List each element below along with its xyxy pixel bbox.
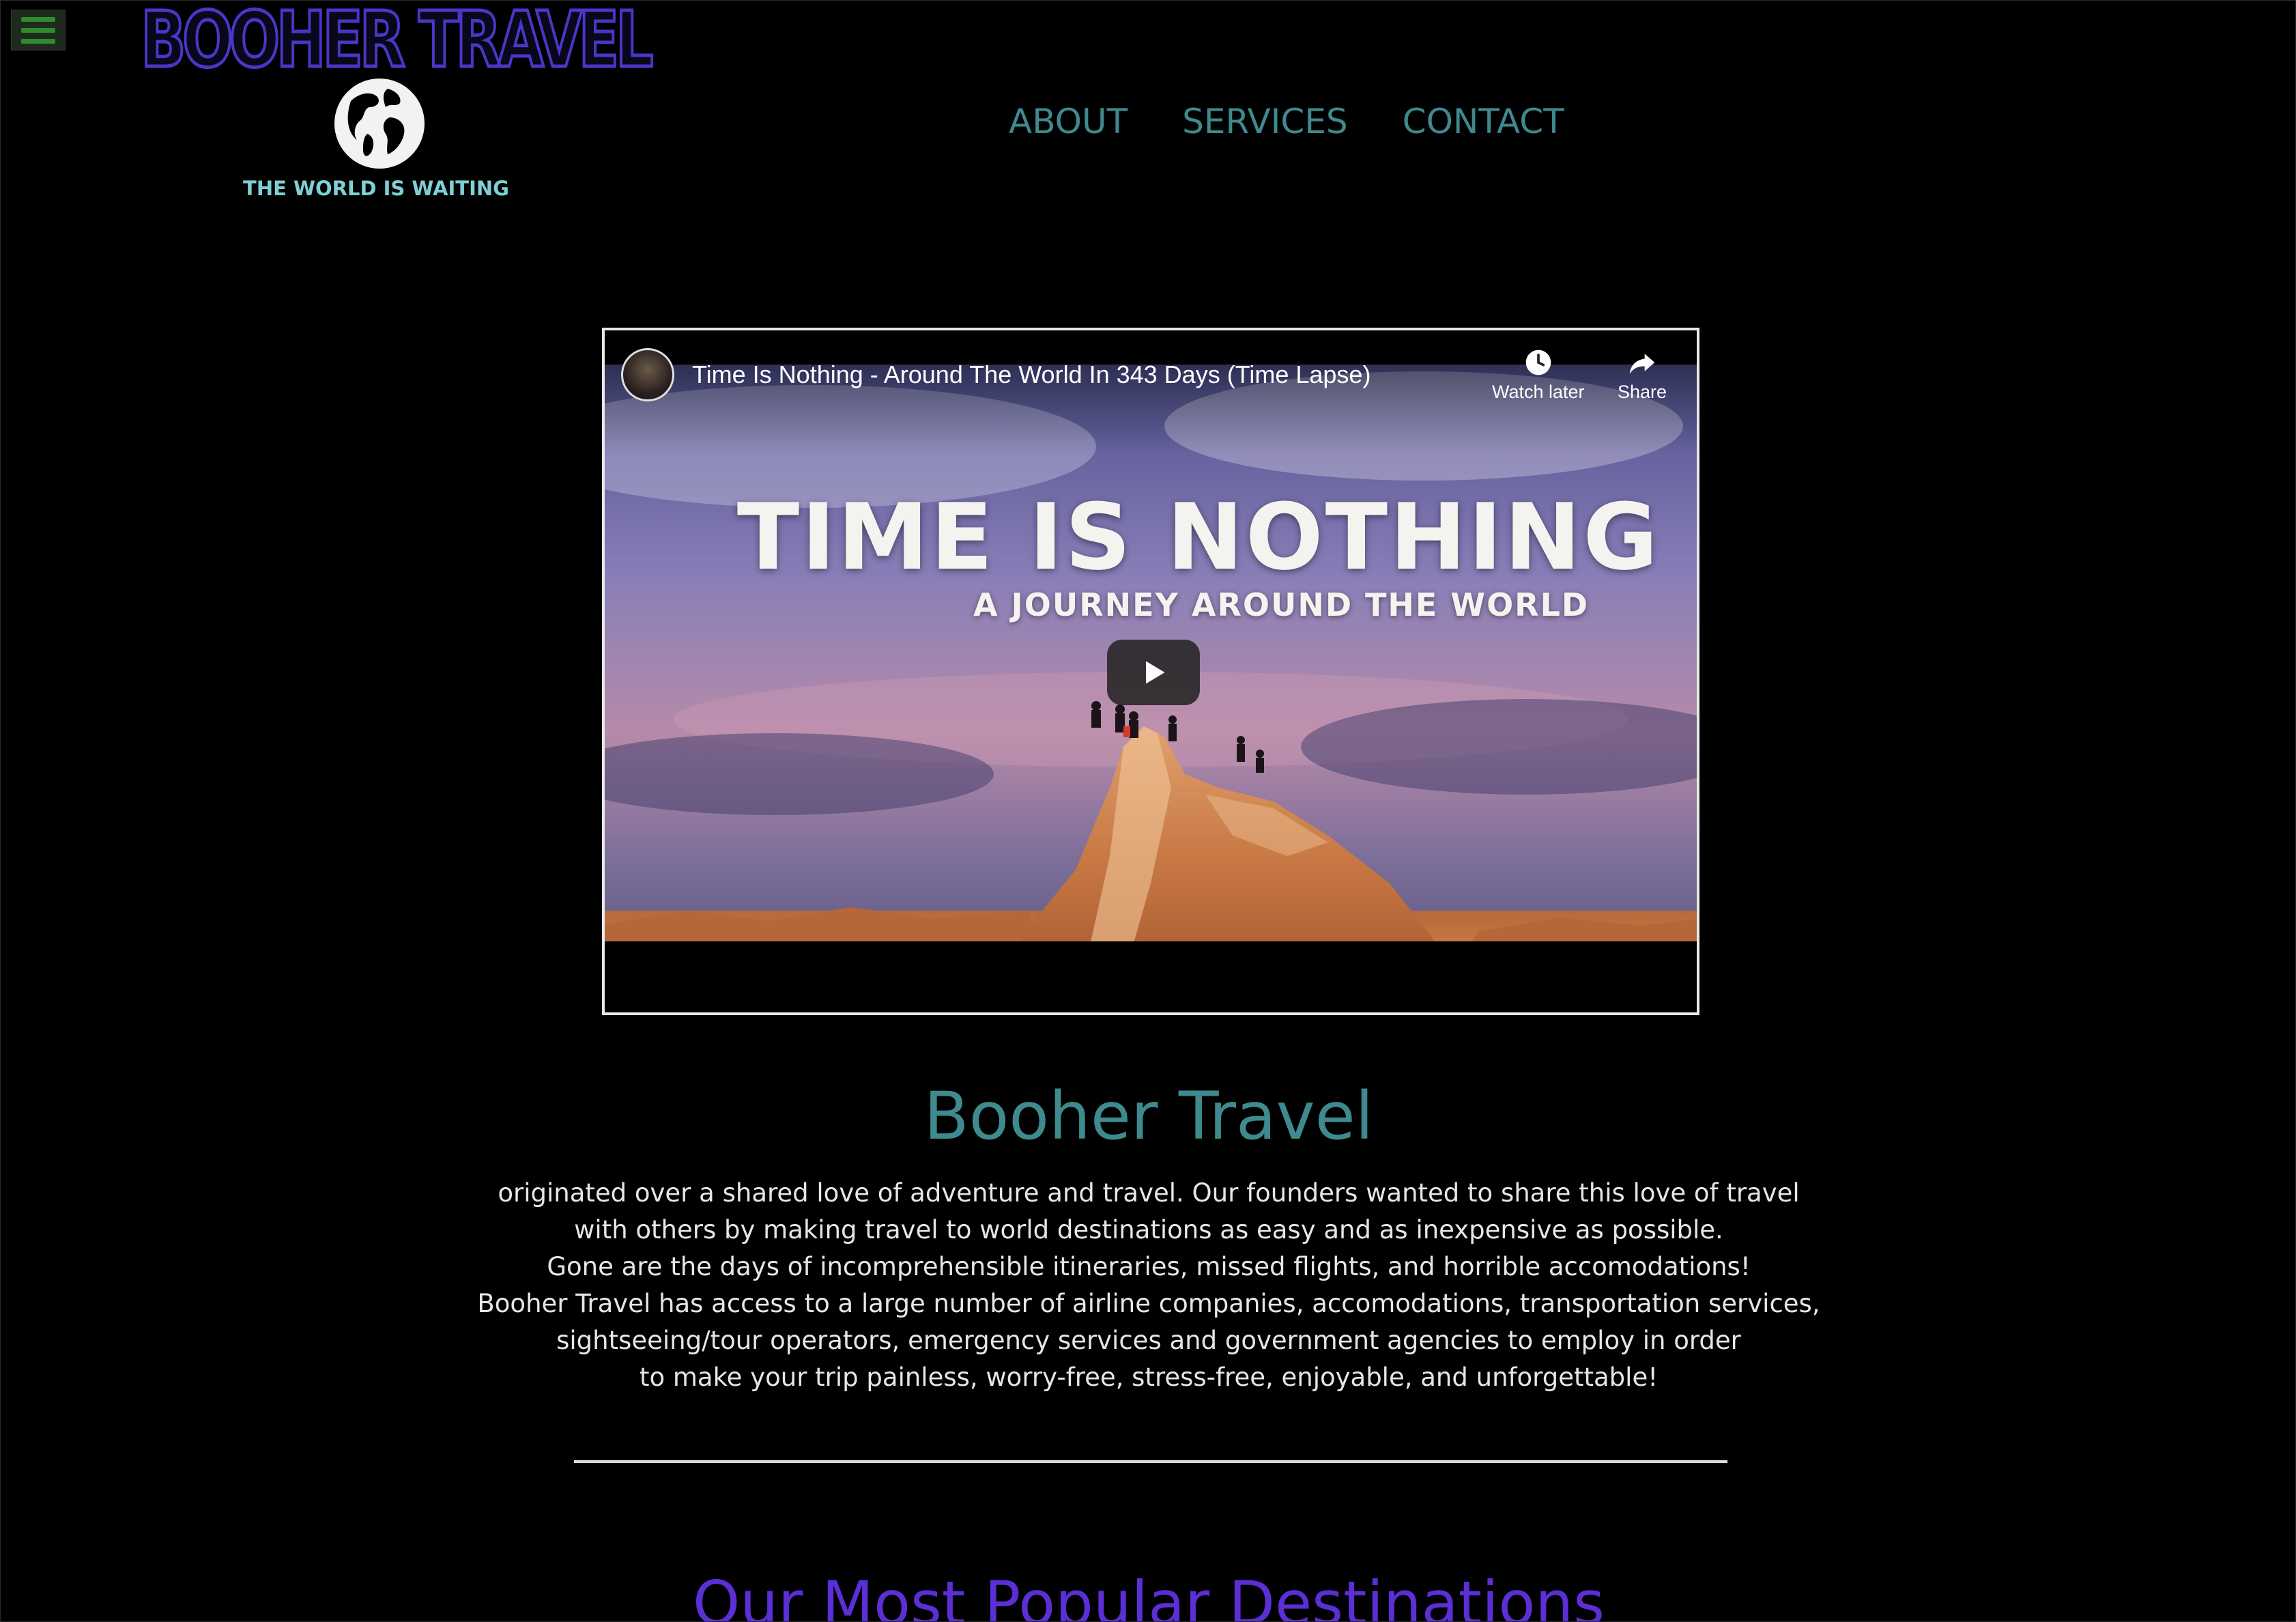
intro-heading: Booher Travel — [923, 1078, 1374, 1154]
main-nav: ABOUT SERVICES CONTACT — [1009, 102, 1564, 141]
intro-line: with others by making travel to world de… — [574, 1215, 1723, 1244]
thumbnail-subtitle: A JOURNEY AROUND THE WORLD — [973, 586, 1590, 623]
video-title[interactable]: Time Is Nothing - Around The World In 34… — [692, 360, 1371, 389]
menu-bar — [21, 38, 55, 44]
nav-about[interactable]: ABOUT — [1009, 102, 1128, 141]
video-embed[interactable]: Time Is Nothing - Around The World In 34… — [602, 328, 1699, 1015]
menu-bar — [21, 16, 55, 22]
logo-title: BOOHER TRAVEL — [139, 0, 655, 85]
clock-icon — [1525, 350, 1551, 375]
page: BOOHER TRAVEL THE WORLD IS WAITING ABOUT… — [0, 0, 2296, 1622]
watch-later-label: Watch later — [1492, 382, 1585, 402]
share-label: Share — [1618, 382, 1667, 402]
intro-line: to make your trip painless, worry-free, … — [639, 1363, 1659, 1392]
share-icon — [1629, 354, 1655, 374]
hamburger-menu-icon[interactable] — [11, 10, 66, 51]
intro-line: originated over a shared love of adventu… — [498, 1178, 1800, 1208]
share-button[interactable]: Share — [1618, 347, 1667, 403]
globe-icon — [334, 79, 425, 169]
nav-contact[interactable]: CONTACT — [1403, 102, 1564, 141]
intro-body: originated over a shared love of adventu… — [1, 1175, 2295, 1396]
section-divider — [574, 1460, 1727, 1463]
intro-line: sightseeing/tour operators, emergency se… — [556, 1326, 1741, 1355]
logo-tagline: THE WORLD IS WAITING — [243, 177, 509, 200]
intro-line: Booher Travel has access to a large numb… — [477, 1289, 1820, 1318]
play-icon — [1146, 661, 1165, 684]
menu-bar — [21, 27, 55, 33]
thumbnail-title: TIME IS NOTHING — [736, 484, 1661, 591]
play-button[interactable] — [1107, 640, 1200, 705]
intro-line: Gone are the days of incomprehensible it… — [547, 1252, 1751, 1281]
site-logo[interactable]: BOOHER TRAVEL THE WORLD IS WAITING — [139, 0, 655, 205]
channel-avatar[interactable] — [621, 348, 674, 401]
watch-later-button[interactable]: Watch later — [1492, 347, 1585, 403]
popular-destinations-heading: Our Most Popular Destinations — [692, 1568, 1605, 1622]
nav-services[interactable]: SERVICES — [1182, 102, 1348, 141]
